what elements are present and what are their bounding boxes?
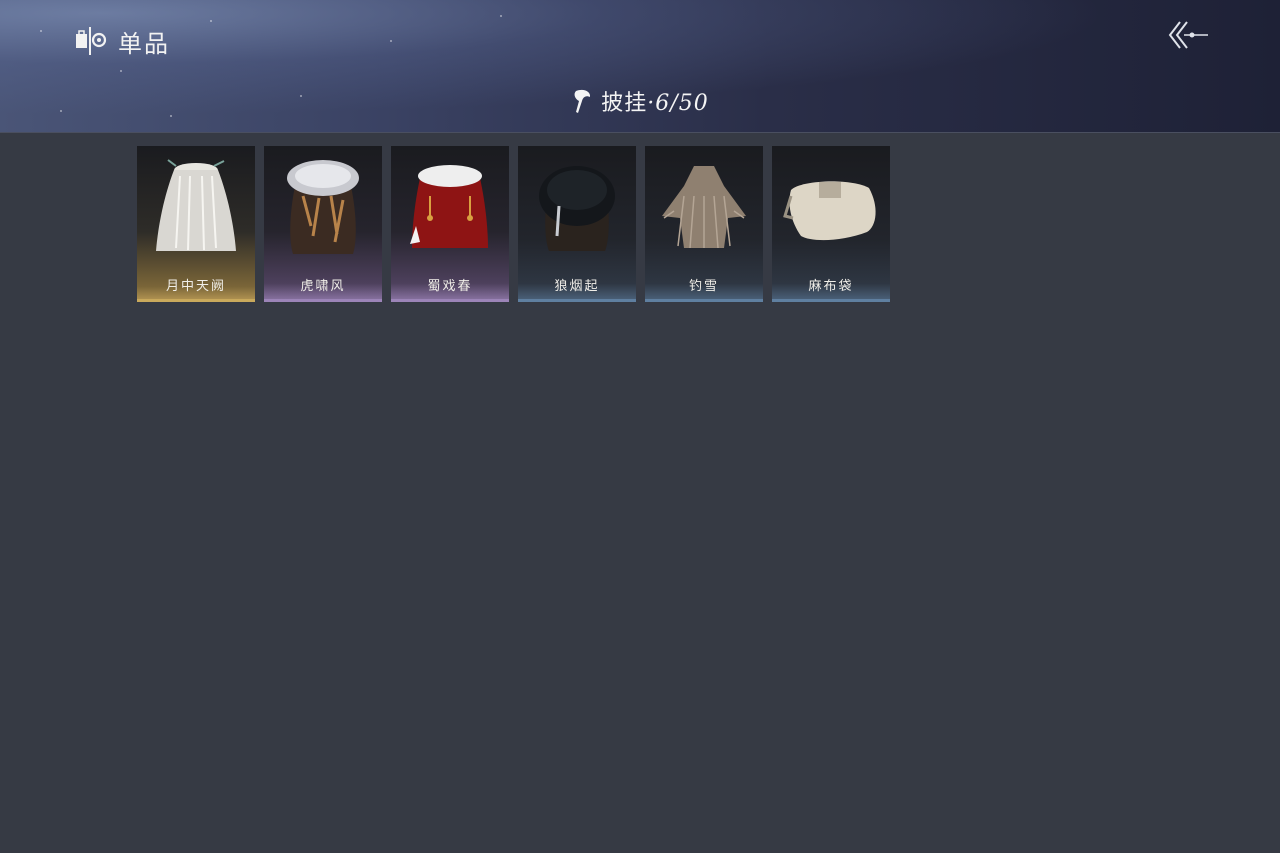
rarity-bar	[645, 299, 763, 302]
top-banner: 单品 披挂·6/50	[0, 0, 1280, 133]
back-button[interactable]	[1166, 18, 1212, 52]
rarity-bar	[137, 299, 255, 302]
red-fur-collar-cape-icon	[410, 165, 488, 248]
category-count: 6/50	[655, 91, 709, 116]
rarity-bar	[518, 299, 636, 302]
white-feather-cape-icon	[156, 159, 236, 251]
item-name: 麻布袋	[808, 279, 854, 294]
item-card[interactable]: 月中天阙	[137, 146, 255, 302]
item-card[interactable]: 钓雪	[645, 146, 763, 302]
item-card[interactable]: 蜀戏春	[391, 146, 509, 302]
category-header: 披挂·6/50	[0, 84, 1280, 118]
item-name: 月中天阙	[165, 279, 226, 294]
straw-raincoat-icon	[662, 166, 746, 249]
black-fur-cape-icon	[539, 166, 615, 251]
item-name: 蜀戏春	[427, 279, 473, 294]
item-name: 虎啸风	[300, 279, 346, 294]
category-label: 披挂·6/50	[601, 91, 709, 116]
back-arrow-icon	[1168, 21, 1208, 49]
rarity-bar	[264, 299, 382, 302]
item-name: 钓雪	[688, 279, 719, 294]
rarity-bar	[772, 299, 890, 302]
item-card[interactable]: 狼烟起	[518, 146, 636, 302]
item-name: 狼烟起	[554, 279, 600, 294]
tiger-fur-cape-icon	[287, 160, 359, 254]
item-grid: 月中天阙 虎啸风 蜀戏春 狼烟起 钓雪 麻布袋	[137, 146, 890, 302]
rarity-bar	[391, 299, 509, 302]
section-title: 单品	[74, 24, 170, 58]
section-label: 单品	[118, 29, 170, 58]
cape-icon	[574, 89, 591, 113]
wardrobe-icon	[76, 27, 107, 55]
item-card[interactable]: 麻布袋	[772, 146, 890, 302]
burlap-sack-icon	[783, 181, 876, 241]
item-card[interactable]: 虎啸风	[264, 146, 382, 302]
